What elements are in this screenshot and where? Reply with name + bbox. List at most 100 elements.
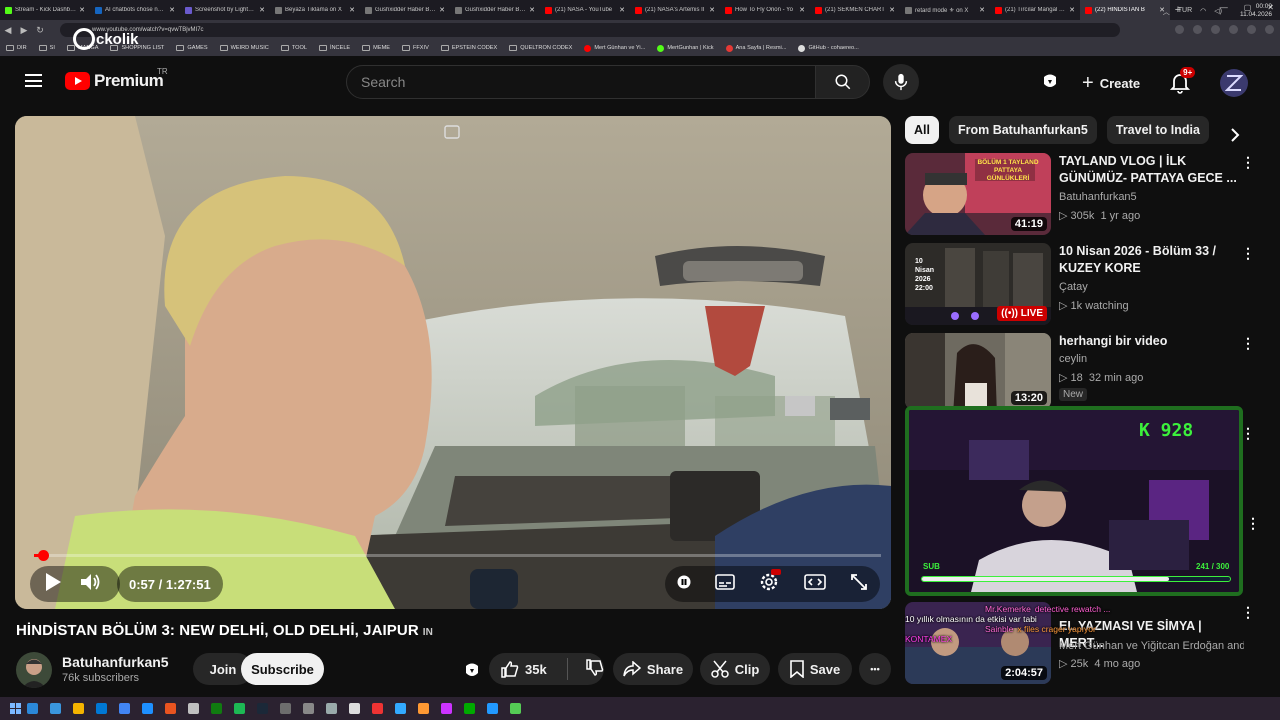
channel-name[interactable]: Batuhanfurkan5 <box>1059 191 1137 203</box>
video-title[interactable]: TAYLAND VLOG | İLK GÜNÜMÜZ- PATTAYA GECE… <box>1059 153 1237 187</box>
more-options-icon[interactable]: ⋮ <box>1241 246 1255 260</box>
bookmark-item[interactable]: QUELTRON CODEX <box>509 45 572 51</box>
chip-all[interactable]: All <box>905 116 939 144</box>
create-button[interactable]: + Create <box>1074 70 1150 96</box>
bookmark-item[interactable]: MertGunhan | Kick <box>657 44 714 52</box>
browser-tab[interactable]: Gushxidder Haber Bülteni✕ <box>450 0 540 20</box>
taskbar-app-icon[interactable] <box>510 703 521 714</box>
taskbar-app-icon[interactable] <box>211 703 222 714</box>
close-tab-icon[interactable]: ✕ <box>259 6 265 14</box>
taskbar-app-icon[interactable] <box>142 703 153 714</box>
recommendation-item[interactable]: 13:20 herhangi bir video ceylin ▷ 18 32 … <box>905 333 1265 417</box>
channel-avatar[interactable] <box>16 652 52 688</box>
search-input[interactable]: Search <box>346 65 816 99</box>
url-field[interactable]: www.youtube.com/watch?v=qvwTBjvMI7c <box>60 23 1120 37</box>
taskbar-app-icon[interactable] <box>234 703 245 714</box>
notifications-button[interactable]: 9+ <box>1169 67 1196 94</box>
volume-button[interactable] <box>80 572 102 597</box>
browser-tab[interactable]: Stream - Kick Dashboard ✕ <box>0 0 90 20</box>
bookmark-item[interactable]: DIR <box>6 45 27 51</box>
youtube-premium-logo[interactable]: Premium TR <box>65 67 168 91</box>
browser-tab[interactable]: Gushxidder Haber Bülteni✕ <box>360 0 450 20</box>
taskbar-app-icon[interactable] <box>119 703 130 714</box>
forward-icon[interactable]: ▶ <box>16 25 32 36</box>
settings-button[interactable] <box>759 568 782 597</box>
video-thumbnail[interactable]: 13:20 <box>905 333 1051 409</box>
play-button[interactable] <box>44 572 62 597</box>
taskbar-app-icon[interactable] <box>487 703 498 714</box>
language-indicator[interactable]: TUR <box>1178 7 1192 17</box>
video-title[interactable]: herhangi bir video <box>1059 333 1237 350</box>
browser-tab[interactable]: (21) NASA - YouTube ✕ <box>540 0 630 20</box>
close-tab-icon[interactable]: ✕ <box>889 6 895 14</box>
windows-start-icon[interactable] <box>10 703 21 714</box>
video-player[interactable]: 0:57 / 1:27:51 <box>15 116 891 609</box>
close-tab-icon[interactable]: ✕ <box>1069 6 1075 14</box>
reload-icon[interactable]: ↻ <box>32 25 48 36</box>
close-tab-icon[interactable]: ✕ <box>709 6 715 14</box>
account-avatar[interactable] <box>1220 69 1249 97</box>
video-title[interactable]: 10 Nisan 2026 - Bölüm 33 / KUZEY KORE <box>1059 243 1237 277</box>
more-options-icon[interactable]: ⋮ <box>1241 155 1255 169</box>
extension-icon[interactable] <box>1175 25 1184 34</box>
browser-tab[interactable]: How To Fly Orion - Yo ✕ <box>720 0 810 20</box>
close-tab-icon[interactable]: ✕ <box>529 6 535 14</box>
ai-assistant-icon[interactable] <box>1040 71 1060 96</box>
menu-icon[interactable] <box>25 74 42 87</box>
bookmark-item[interactable]: FFXIV <box>401 45 429 51</box>
bookmark-item[interactable]: MEME <box>362 45 390 51</box>
browser-tab[interactable]: retard mode ⚜ on X ✕ <box>900 0 990 20</box>
extension-icon[interactable] <box>1193 25 1202 34</box>
voice-search-button[interactable] <box>883 64 919 100</box>
browser-tab[interactable]: (21) SEKMEN CHART ✕ <box>810 0 900 20</box>
profile-icon[interactable] <box>1247 25 1256 34</box>
browser-tab[interactable]: AI chatbots chose nuclear✕ <box>90 0 180 20</box>
search-button[interactable] <box>815 65 870 99</box>
taskbar-app-icon[interactable] <box>188 703 199 714</box>
taskbar-app-icon[interactable] <box>73 703 84 714</box>
browser-tab[interactable]: Beyaza Tıklama on X ✕ <box>270 0 360 20</box>
bookmark-item[interactable]: WEIRD MUSIC <box>219 45 269 51</box>
channel-name[interactable]: ceylin <box>1059 353 1087 365</box>
browser-tab[interactable]: (21) Tırcılar Mangal Bu ✕ <box>990 0 1080 20</box>
bookmark-item[interactable]: GitHub - cohaereo... <box>798 44 859 52</box>
taskbar-app-icon[interactable] <box>96 703 107 714</box>
recommendation-item[interactable]: 10 Nisan 2026 22:00 ((•)) LIVE 10 Nisan … <box>905 243 1265 327</box>
more-options-icon[interactable]: ⋮ <box>1241 336 1255 350</box>
taskbar-app-icon[interactable] <box>372 703 383 714</box>
autoplay-toggle[interactable] <box>677 575 691 594</box>
speaker-icon[interactable]: ◁) <box>1214 7 1222 17</box>
fullscreen-button[interactable] <box>850 573 868 596</box>
subscribe-button[interactable]: Subscribe <box>241 653 324 685</box>
bookmark-item[interactable]: İNCELE <box>318 45 350 51</box>
browser-tab[interactable]: (21) NASA's Artemis II ✕ <box>630 0 720 20</box>
ask-ai-button[interactable] <box>462 660 482 685</box>
menu-icon[interactable] <box>1265 25 1274 34</box>
share-button[interactable]: Share <box>613 653 693 685</box>
taskbar-app-icon[interactable] <box>349 703 360 714</box>
taskbar-app-icon[interactable] <box>418 703 429 714</box>
bookmark-item[interactable]: EPSTEIN CODEX <box>440 45 497 51</box>
channel-name[interactable]: Çatay <box>1059 281 1088 293</box>
bookmark-item[interactable]: GAMES <box>176 45 208 51</box>
taskbar-app-icon[interactable] <box>326 703 337 714</box>
subtitles-button[interactable] <box>715 573 736 595</box>
like-button[interactable]: 35k <box>501 660 547 678</box>
taskbar-app-icon[interactable] <box>50 703 61 714</box>
taskbar-app-icon[interactable] <box>280 703 291 714</box>
taskbar-app-icon[interactable] <box>257 703 268 714</box>
recommendation-item[interactable]: BÖLÜM 1 TAYLAND PATTAYA GÜNLÜKLERİ 41:19… <box>905 153 1265 237</box>
browser-tab[interactable]: (22) HİNDİSTAN B ✕ <box>1080 0 1170 20</box>
taskbar-app-icon[interactable] <box>165 703 176 714</box>
taskbar-app-icon[interactable] <box>441 703 452 714</box>
taskbar-app-icon[interactable] <box>395 703 406 714</box>
close-tab-icon[interactable]: ✕ <box>439 6 445 14</box>
taskbar-app-icon[interactable] <box>27 703 38 714</box>
taskbar-app-icon[interactable] <box>464 703 475 714</box>
close-tab-icon[interactable]: ✕ <box>169 6 175 14</box>
close-tab-icon[interactable]: ✕ <box>79 6 85 14</box>
close-tab-icon[interactable]: ✕ <box>799 6 805 14</box>
browser-tab[interactable]: Screenshot by Lightshot ✕ <box>180 0 270 20</box>
more-options-icon[interactable]: ⋮ <box>1246 516 1260 530</box>
bookmark-item[interactable]: Ana Sayfa | Resmi... <box>725 44 786 52</box>
